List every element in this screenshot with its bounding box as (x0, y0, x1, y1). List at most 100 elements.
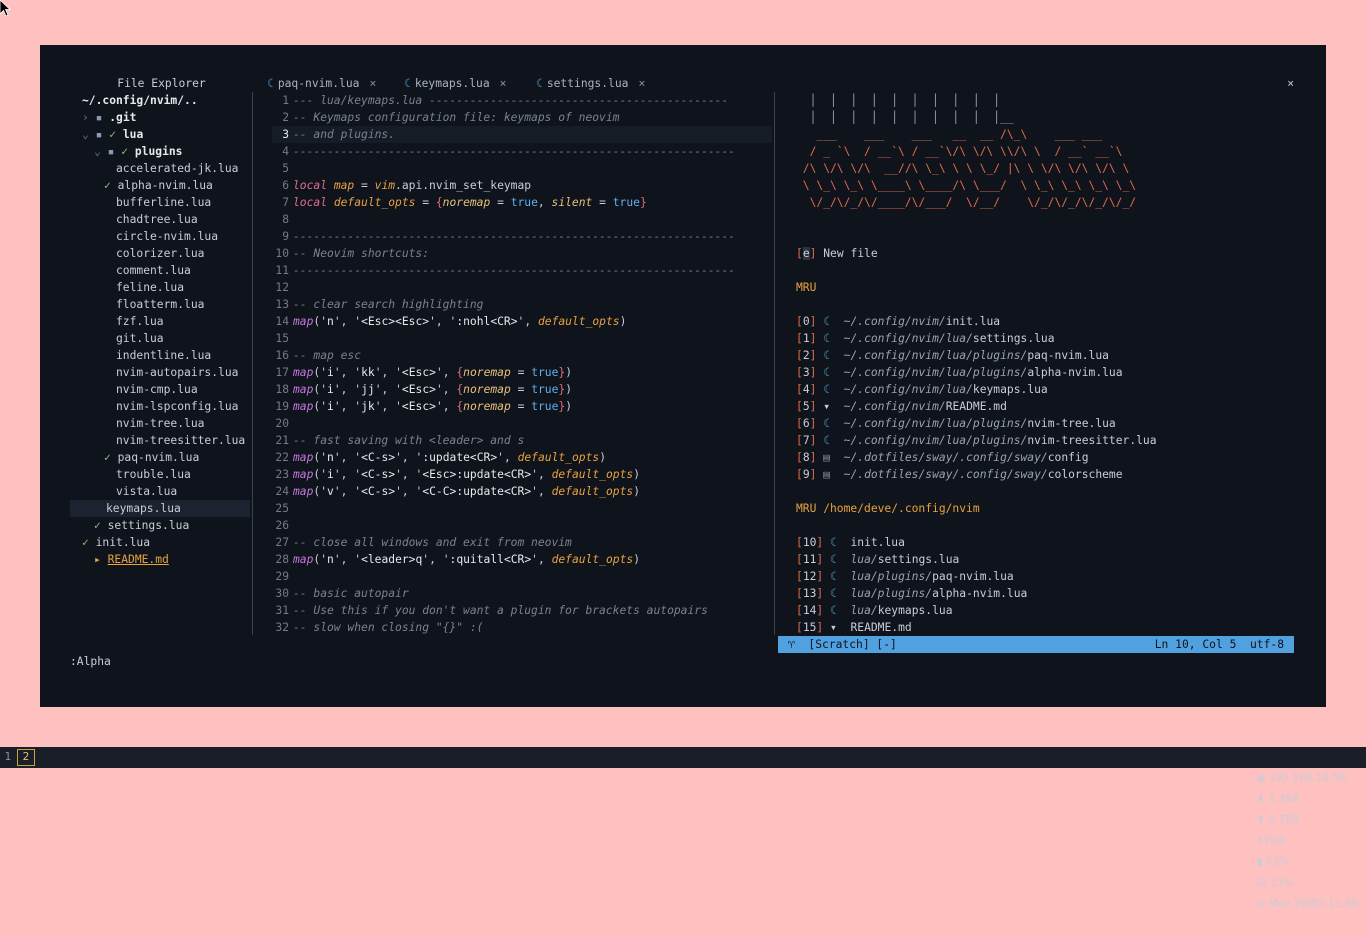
code-line[interactable]: 32 -- slow when closing "{}" :( (272, 619, 772, 636)
tab-paq-nvim[interactable]: ☾ paq-nvim.lua × (267, 75, 376, 92)
tab-close-icon[interactable]: × (500, 77, 507, 90)
mru-entry[interactable]: [15] ▾ README.md (796, 619, 912, 635)
code-line[interactable]: 14 map('n', '<Esc><Esc>', ':nohl<CR>', de… (272, 313, 772, 330)
tree-item[interactable]: ▸ README.md (70, 551, 250, 568)
code-line[interactable]: 2 -- Keymaps configuration file: keymaps … (272, 109, 772, 126)
tree-item[interactable]: colorizer.lua (70, 245, 250, 262)
code-line[interactable]: 6 local map = vim.api.nvim_set_keymap (272, 177, 772, 194)
tab-settings[interactable]: ☾ settings.lua × (536, 75, 645, 92)
code-line[interactable]: 29 (272, 568, 772, 585)
code-line[interactable]: 27 -- close all windows and exit from neo… (272, 534, 772, 551)
tree-item[interactable]: trouble.lua (70, 466, 250, 483)
code-line[interactable]: 11 --------------------------------------… (272, 262, 772, 279)
mru-entry[interactable]: [11] ☾ lua/settings.lua (796, 551, 959, 568)
mru-entry[interactable]: [8] ▤ ~/.dotfiles/sway/.config/sway/conf… (796, 449, 1089, 466)
code-line[interactable]: 16 -- map esc (272, 347, 772, 364)
tab-close-icon[interactable]: × (638, 77, 645, 90)
workspace-1-button[interactable]: 1 (0, 749, 16, 766)
code-line[interactable]: 20 (272, 415, 772, 432)
code-line[interactable]: 15 (272, 330, 772, 347)
tree-item[interactable]: ✓ init.lua (70, 534, 250, 551)
tree-item[interactable]: nvim-cmp.lua (70, 381, 250, 398)
tree-item[interactable]: git.lua (70, 330, 250, 347)
command-line[interactable]: :Alpha (70, 653, 111, 670)
tree-item-label: nvim-autopairs.lua (116, 366, 239, 379)
mru-entry[interactable]: [9] ▤ ~/.dotfiles/sway/.config/sway/colo… (796, 466, 1123, 483)
code-line[interactable]: 28 map('n', '<leader>q', ':quitall<CR>', … (272, 551, 772, 568)
tree-item[interactable]: accelerated-jk.lua (70, 160, 250, 177)
code-line[interactable]: 3 -- and plugins. (272, 126, 772, 143)
tree-item[interactable]: nvim-treesitter.lua (70, 432, 250, 449)
workspace-2-button[interactable]: 2 (17, 749, 35, 766)
code-line[interactable]: 19 map('i', 'jk', '<Esc>', {noremap = tru… (272, 398, 772, 415)
code-line[interactable]: 4 ---------------------------------------… (272, 143, 772, 160)
tree-item[interactable]: nvim-tree.lua (70, 415, 250, 432)
tree-item[interactable]: ✓ alpha-nvim.lua (70, 177, 250, 194)
code-editor[interactable]: 1 --- lua/keymaps.lua -------------------… (272, 92, 772, 635)
split-divider[interactable] (252, 92, 253, 635)
code-line[interactable]: 21 -- fast saving with <leader> and s (272, 432, 772, 449)
mru-file: colorscheme (1047, 468, 1123, 481)
tree-item[interactable]: feline.lua (70, 279, 250, 296)
mru-entry[interactable]: [5] ▾ ~/.config/nvim/README.md (796, 398, 1007, 415)
close-all-icon[interactable]: × (1287, 75, 1294, 92)
tree-item[interactable]: nvim-autopairs.lua (70, 364, 250, 381)
code-line[interactable]: 8 (272, 211, 772, 228)
code-line[interactable]: 30 -- basic autopair (272, 585, 772, 602)
tree-item-label: nvim-tree.lua (116, 417, 205, 430)
folder-icon: ▪ (107, 145, 115, 158)
code-line[interactable]: 13 -- clear search highlighting (272, 296, 772, 313)
tree-item[interactable]: comment.lua (70, 262, 250, 279)
code-line[interactable]: 23 map('i', '<C-s>', '<Esc>:update<CR>', … (272, 466, 772, 483)
code-line[interactable]: 10 -- Neovim shortcuts: (272, 245, 772, 262)
mru-entry[interactable]: [13] ☾ lua/plugins/alpha-nvim.lua (796, 585, 1027, 602)
code-line[interactable]: 22 map('n', '<C-s>', ':update<CR>', defau… (272, 449, 772, 466)
mru-entry[interactable]: [7] ☾ ~/.config/nvim/lua/plugins/nvim-tr… (796, 432, 1157, 449)
code-line[interactable]: 5 (272, 160, 772, 177)
tree-item[interactable]: indentline.lua (70, 347, 250, 364)
tree-item[interactable]: floatterm.lua (70, 296, 250, 313)
tree-item[interactable]: fzf.lua (70, 313, 250, 330)
code-line[interactable]: 1 --- lua/keymaps.lua -------------------… (272, 92, 772, 109)
code-line[interactable]: 25 (272, 500, 772, 517)
mru-entry[interactable]: [0] ☾ ~/.config/nvim/init.lua (796, 313, 1000, 330)
tab-keymaps[interactable]: ☾ keymaps.lua × (404, 75, 506, 92)
mru-entry[interactable]: [10] ☾ init.lua (796, 534, 905, 551)
mru-entry[interactable]: [2] ☾ ~/.config/nvim/lua/plugins/paq-nvi… (796, 347, 1109, 364)
mru-entry[interactable]: [1] ☾ ~/.config/nvim/lua/settings.lua (796, 330, 1055, 347)
expand-arrow-icon[interactable]: ⌄ (82, 128, 89, 141)
tree-item-label: plugins (134, 145, 183, 158)
tree-item[interactable]: ✓ settings.lua (70, 517, 250, 534)
code-line[interactable]: 31 -- Use this if you don't want a plugin… (272, 602, 772, 619)
code-line[interactable]: 7 local default_opts = {noremap = true, s… (272, 194, 772, 211)
tree-item[interactable]: vista.lua (70, 483, 250, 500)
tree-item[interactable]: chadtree.lua (70, 211, 250, 228)
tree-item[interactable]: nvim-lspconfig.lua (70, 398, 250, 415)
tree-item[interactable]: bufferline.lua (70, 194, 250, 211)
mru-dir: ~/.config/nvim/lua/plugins/ (843, 417, 1028, 430)
tree-item[interactable]: › ▪ .git (70, 109, 250, 126)
code-line[interactable]: 9 ---------------------------------------… (272, 228, 772, 245)
code-line[interactable]: 26 (272, 517, 772, 534)
tree-item[interactable]: ✓ paq-nvim.lua (70, 449, 250, 466)
mru-entry[interactable]: [12] ☾ lua/plugins/paq-nvim.lua (796, 568, 1014, 585)
mru-entry[interactable]: [6] ☾ ~/.config/nvim/lua/plugins/nvim-tr… (796, 415, 1116, 432)
tree-item[interactable]: circle-nvim.lua (70, 228, 250, 245)
mru-entry[interactable]: [14] ☾ lua/keymaps.lua (796, 602, 953, 619)
shortcut-key: [8] (796, 451, 817, 464)
tree-item[interactable]: ⌄ ▪ ✓ lua (70, 126, 250, 143)
split-divider[interactable] (774, 92, 775, 635)
lua-file-icon: ☾ (267, 77, 274, 90)
code-line[interactable]: 12 (272, 279, 772, 296)
tree-item[interactable]: keymaps.lua (70, 500, 250, 517)
new-file-button[interactable]: [e] New file (796, 245, 878, 262)
expand-arrow-icon[interactable]: ⌄ (94, 145, 101, 158)
mru-entry[interactable]: [3] ☾ ~/.config/nvim/lua/plugins/alpha-n… (796, 364, 1123, 381)
code-line[interactable]: 18 map('i', 'jj', '<Esc>', {noremap = tru… (272, 381, 772, 398)
mru-entry[interactable]: [4] ☾ ~/.config/nvim/lua/keymaps.lua (796, 381, 1048, 398)
code-line[interactable]: 24 map('v', '<C-s>', '<C-C>:update<CR>', … (272, 483, 772, 500)
expand-arrow-icon[interactable]: › (82, 111, 89, 124)
tree-item[interactable]: ⌄ ▪ ✓ plugins (70, 143, 250, 160)
tab-close-icon[interactable]: × (369, 77, 376, 90)
code-line[interactable]: 17 map('i', 'kk', '<Esc>', {noremap = tru… (272, 364, 772, 381)
